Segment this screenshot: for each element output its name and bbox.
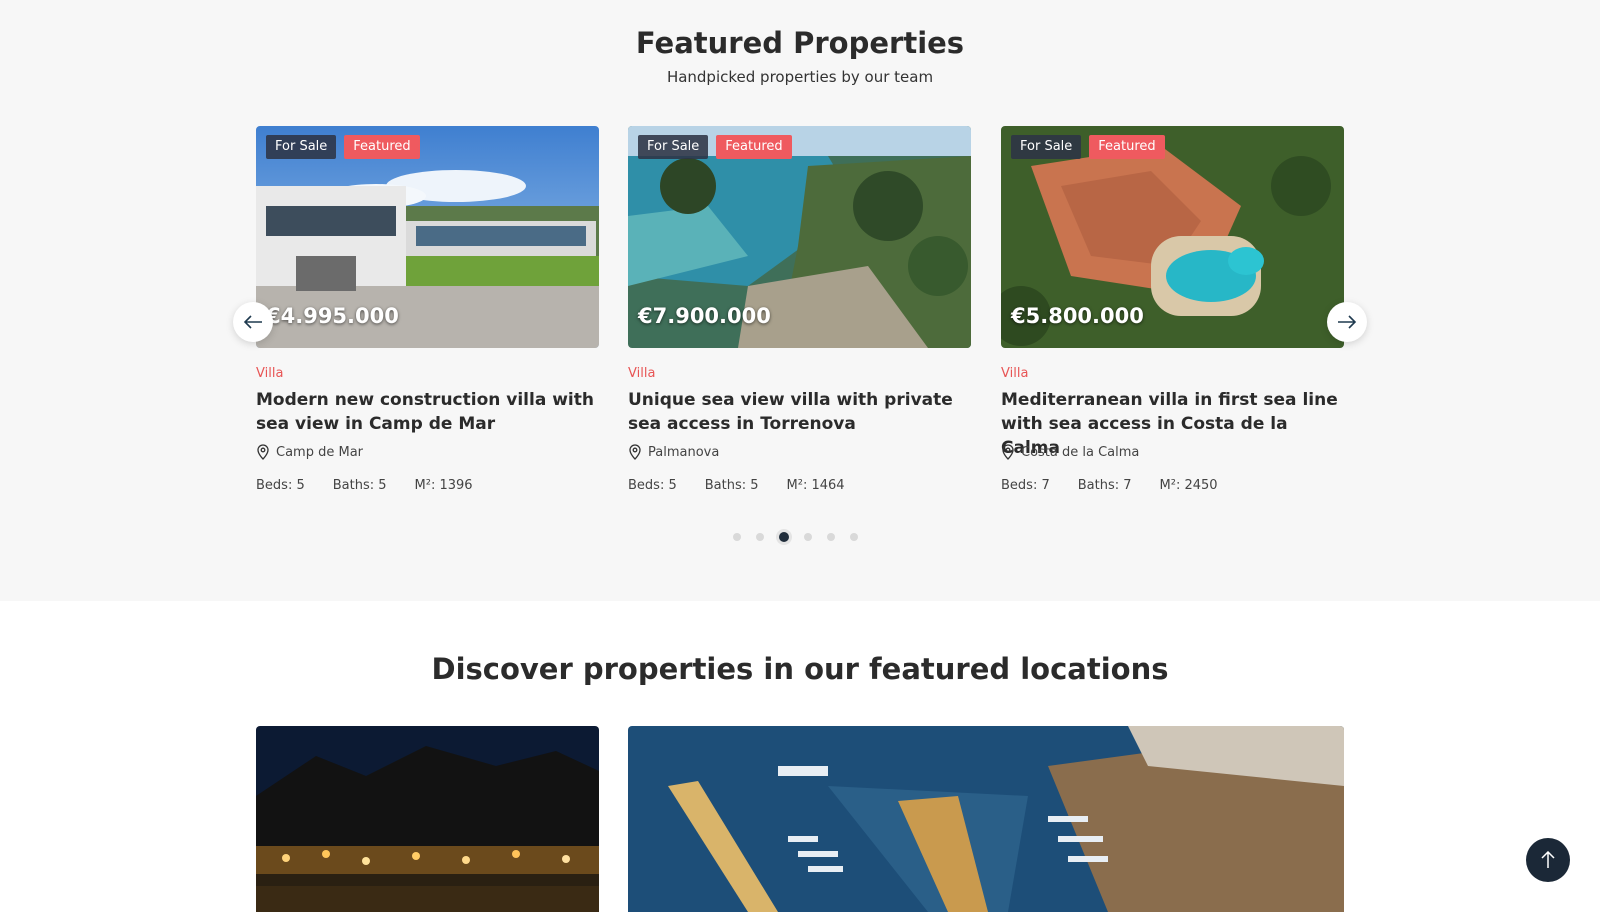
property-title[interactable]: Modern new construction villa with sea v… bbox=[256, 388, 599, 436]
property-title[interactable]: Unique sea view villa with private sea a… bbox=[628, 388, 971, 436]
property-card[interactable]: For Sale Featured €5.800.000 Villa Medit… bbox=[1001, 126, 1344, 493]
featured-title: Featured Properties bbox=[635, 26, 965, 60]
property-photo[interactable]: For Sale Featured €5.800.000 bbox=[1001, 126, 1344, 348]
property-baths: Baths: 5 bbox=[332, 478, 387, 493]
property-area: M²: 1396 bbox=[414, 478, 473, 493]
property-area: M²: 2450 bbox=[1159, 478, 1218, 493]
carousel-dot[interactable] bbox=[756, 533, 764, 541]
property-card[interactable]: For Sale Featured €7.900.000 Villa Uniqu… bbox=[628, 126, 971, 493]
property-location-label: Costa de la Calma bbox=[1021, 444, 1140, 460]
carousel-pagination bbox=[733, 532, 858, 542]
property-photo[interactable]: For Sale Featured €7.900.000 bbox=[628, 126, 971, 348]
location-card[interactable] bbox=[628, 726, 1344, 912]
property-card[interactable]: For Sale Featured €4.995.000 Villa Moder… bbox=[256, 126, 599, 493]
carousel-dot-active[interactable] bbox=[779, 532, 789, 542]
featured-badge: Featured bbox=[344, 135, 420, 159]
property-type[interactable]: Villa bbox=[628, 366, 655, 381]
arrow-up-icon bbox=[1541, 851, 1555, 868]
property-type[interactable]: Villa bbox=[1001, 366, 1028, 381]
property-photo[interactable]: For Sale Featured €4.995.000 bbox=[256, 126, 599, 348]
for-sale-badge: For Sale bbox=[266, 135, 337, 159]
property-location: Camp de Mar bbox=[256, 444, 363, 460]
carousel-dot[interactable] bbox=[733, 533, 741, 541]
featured-badge: Featured bbox=[1089, 135, 1165, 159]
property-area: M²: 1464 bbox=[786, 478, 845, 493]
carousel-dot[interactable] bbox=[827, 533, 835, 541]
carousel-dot[interactable] bbox=[850, 533, 858, 541]
locations-title: Discover properties in our featured loca… bbox=[431, 652, 1169, 686]
property-location-label: Palmanova bbox=[648, 444, 720, 460]
carousel-next-button[interactable] bbox=[1327, 302, 1367, 342]
property-specs: Beds: 7 Baths: 7 M²: 2450 bbox=[1001, 478, 1246, 493]
property-price: €5.800.000 bbox=[1011, 304, 1144, 328]
back-to-top-button[interactable] bbox=[1526, 838, 1570, 882]
map-pin-icon bbox=[257, 444, 269, 460]
property-type[interactable]: Villa bbox=[256, 366, 283, 381]
arrow-left-icon bbox=[243, 315, 262, 329]
property-location: Palmanova bbox=[628, 444, 719, 460]
location-card[interactable] bbox=[256, 726, 599, 912]
property-price: €7.900.000 bbox=[638, 304, 771, 328]
arrow-right-icon bbox=[1338, 315, 1357, 329]
property-beds: Beds: 5 bbox=[256, 478, 305, 493]
property-beds: Beds: 5 bbox=[628, 478, 677, 493]
carousel-dot[interactable] bbox=[804, 533, 812, 541]
carousel-prev-button[interactable] bbox=[233, 302, 273, 342]
property-specs: Beds: 5 Baths: 5 M²: 1396 bbox=[256, 478, 501, 493]
for-sale-badge: For Sale bbox=[638, 135, 709, 159]
property-location-label: Camp de Mar bbox=[276, 444, 364, 460]
property-baths: Baths: 5 bbox=[704, 478, 759, 493]
for-sale-badge: For Sale bbox=[1011, 135, 1082, 159]
featured-subtitle: Handpicked properties by our team bbox=[666, 68, 934, 86]
property-location: Costa de la Calma bbox=[1001, 444, 1139, 460]
map-pin-icon bbox=[629, 444, 641, 460]
property-specs: Beds: 5 Baths: 5 M²: 1464 bbox=[628, 478, 873, 493]
map-pin-icon bbox=[1002, 444, 1014, 460]
property-price: €4.995.000 bbox=[266, 304, 399, 328]
featured-properties-section: Featured Properties Handpicked propertie… bbox=[0, 0, 1600, 601]
property-baths: Baths: 7 bbox=[1077, 478, 1132, 493]
featured-badge: Featured bbox=[716, 135, 792, 159]
property-beds: Beds: 7 bbox=[1001, 478, 1050, 493]
